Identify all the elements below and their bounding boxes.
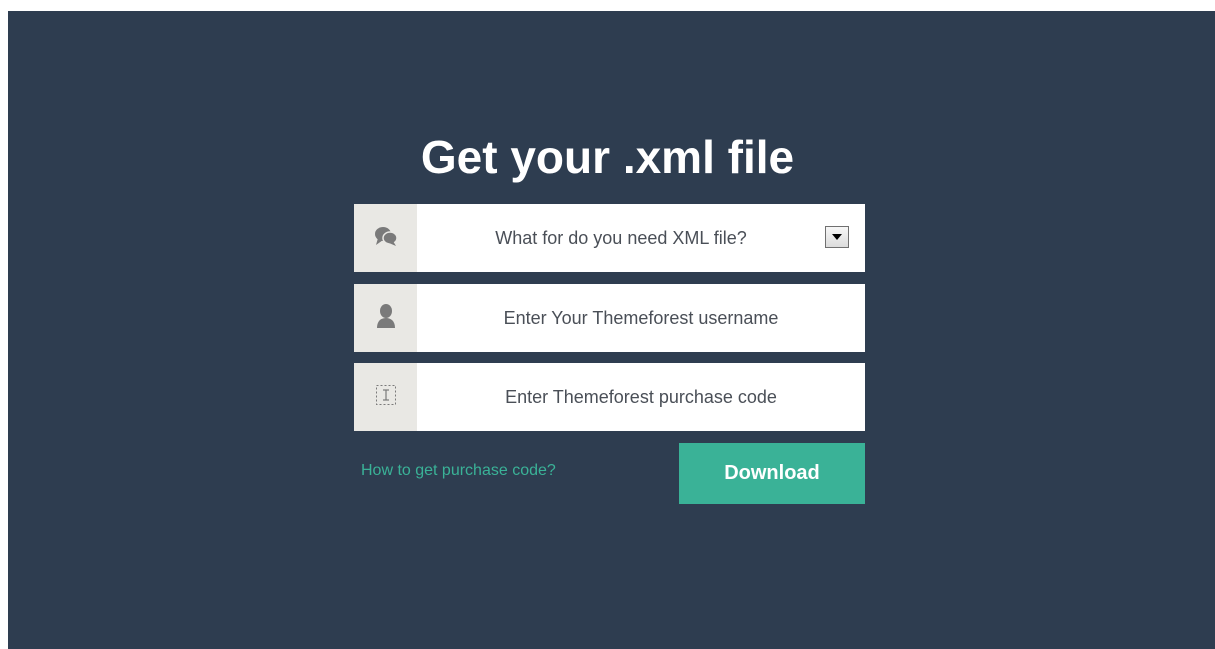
chevron-down-icon[interactable] (825, 226, 849, 248)
chat-bubbles-icon (373, 225, 399, 252)
username-input-wrap (417, 284, 865, 352)
user-icon (375, 303, 397, 334)
username-input[interactable] (417, 284, 865, 352)
purpose-select-value: What for do you need XML file? (495, 228, 747, 248)
purchase-code-icon-box (354, 363, 417, 431)
purpose-select-field[interactable]: What for do you need XML file? (354, 204, 865, 272)
purpose-icon-box (354, 204, 417, 272)
download-button[interactable]: Download (679, 443, 865, 504)
username-icon-box (354, 284, 417, 352)
purpose-select[interactable]: What for do you need XML file? (417, 204, 865, 272)
purchase-code-field[interactable] (354, 363, 865, 431)
purchase-code-help-link[interactable]: How to get purchase code? (361, 461, 556, 481)
purchase-code-input-wrap (417, 363, 865, 431)
text-cursor-icon (375, 384, 397, 411)
page-title: Get your .xml file (420, 131, 795, 183)
username-field[interactable] (354, 284, 865, 352)
purchase-code-input[interactable] (417, 363, 865, 431)
